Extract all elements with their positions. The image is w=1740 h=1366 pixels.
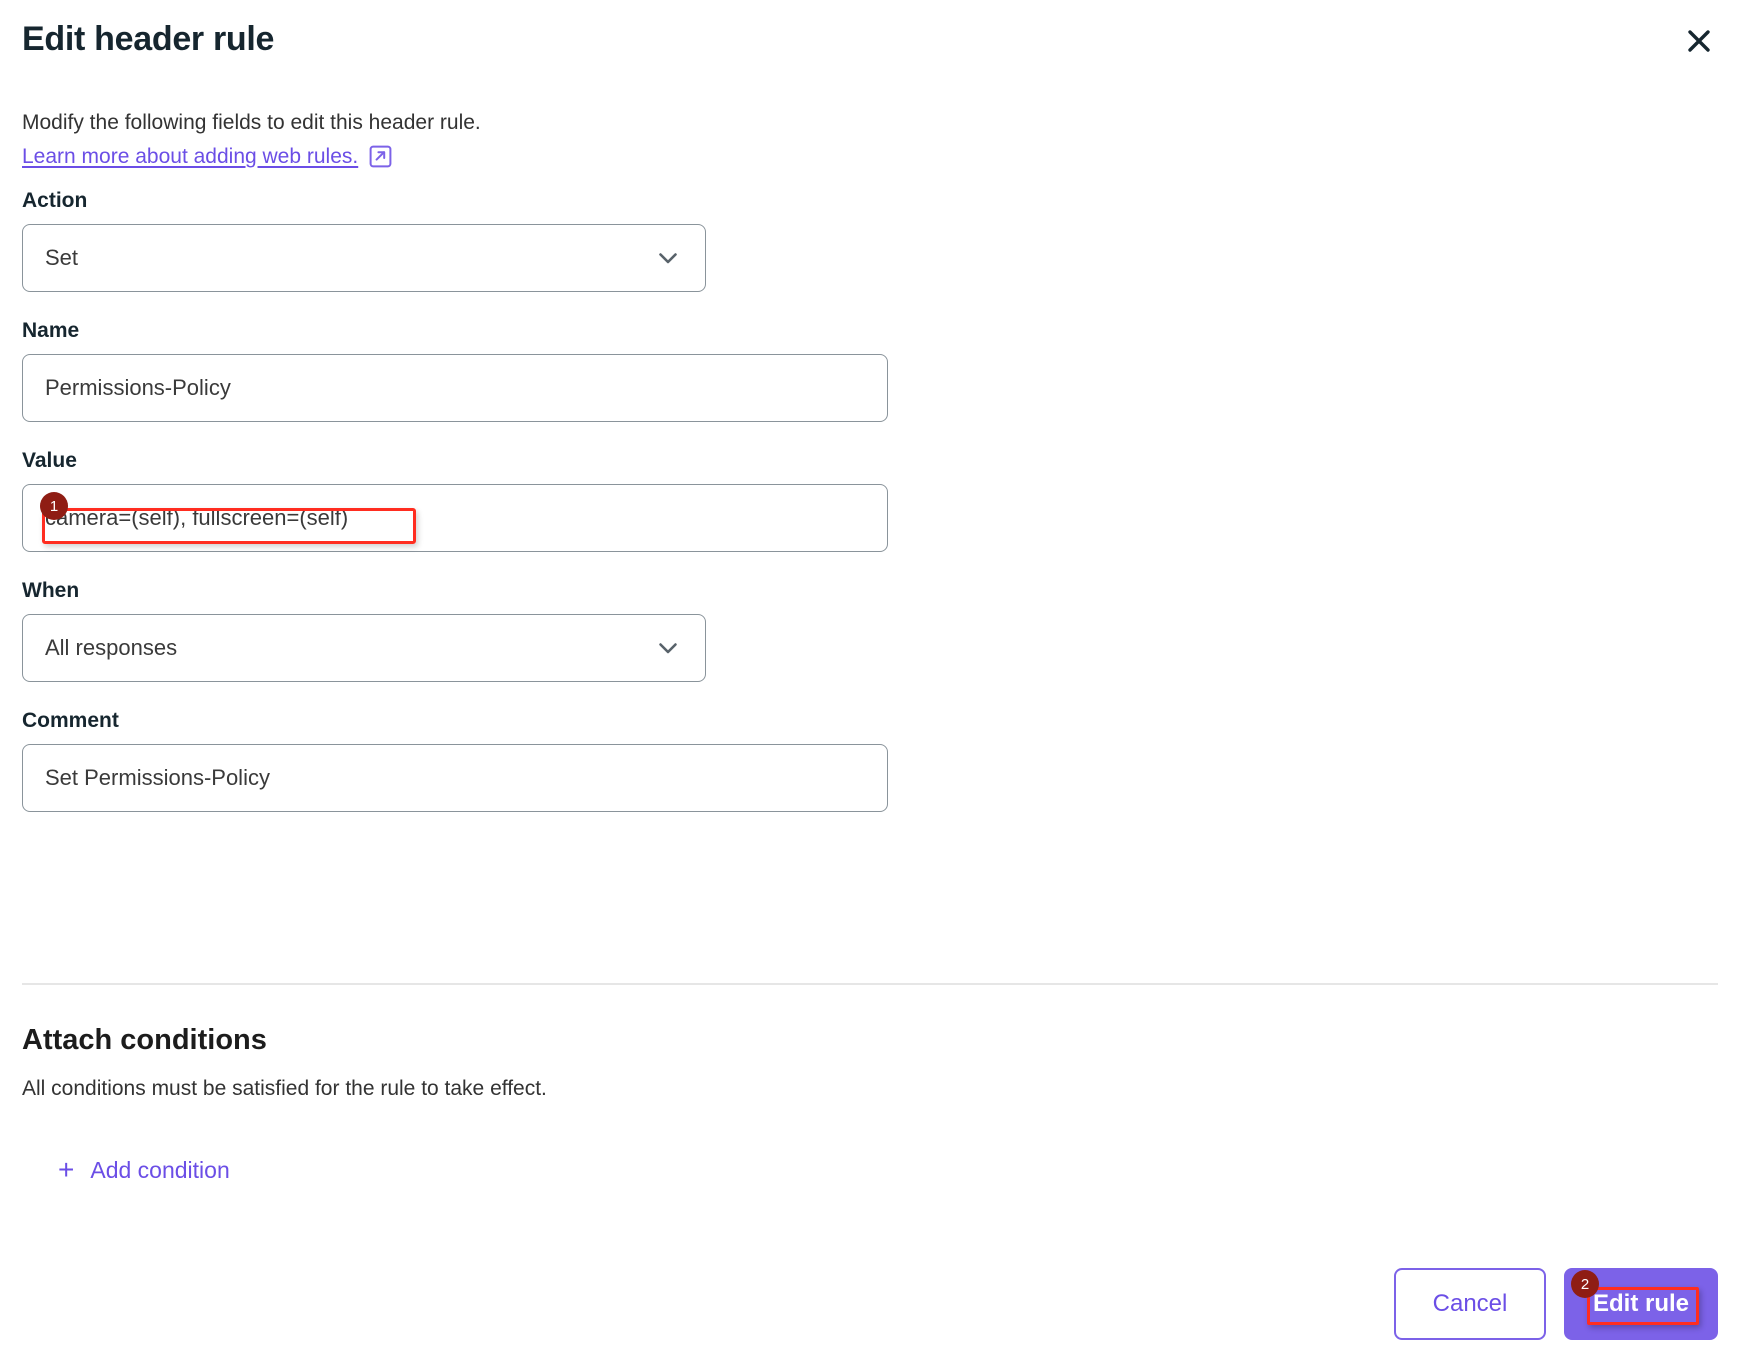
dialog-footer: Cancel Edit rule 2 — [1394, 1268, 1718, 1340]
intro-text: Modify the following fields to edit this… — [22, 111, 481, 134]
value-input-wrapper: camera=(self), fullscreen=(self) 1 — [22, 484, 888, 552]
action-value: Set — [45, 245, 79, 270]
field-action: Action Set — [22, 188, 1722, 292]
attach-conditions-section: Attach conditions All conditions must be… — [22, 1022, 1422, 1184]
close-icon[interactable] — [1678, 20, 1720, 62]
value-label: Value — [22, 449, 77, 472]
attach-conditions-title: Attach conditions — [22, 1024, 267, 1056]
edit-rule-button-label: Edit rule — [1592, 1290, 1689, 1317]
learn-more-link[interactable]: Learn more about adding web rules. — [22, 140, 358, 173]
annotation-badge-2: 2 — [1571, 1270, 1599, 1298]
when-label: When — [22, 579, 80, 602]
chevron-down-icon — [655, 245, 681, 271]
dialog-header: Edit header rule — [0, 0, 1740, 86]
when-value: All responses — [45, 635, 178, 660]
name-label: Name — [22, 319, 80, 342]
comment-input[interactable]: Set Permissions-Policy — [22, 744, 888, 812]
name-input[interactable]: Permissions-Policy — [22, 354, 888, 422]
edit-rule-button[interactable]: Edit rule 2 — [1564, 1268, 1718, 1340]
when-select[interactable]: All responses — [22, 614, 706, 682]
learn-more-row: Learn more about adding web rules. — [22, 140, 1222, 173]
attach-conditions-subtitle: All conditions must be satisfied for the… — [22, 1077, 547, 1100]
value-value: camera=(self), fullscreen=(self) — [45, 505, 349, 530]
cancel-button-label: Cancel — [1432, 1290, 1508, 1317]
chevron-down-icon — [655, 635, 681, 661]
rule-form: Action Set Name Permissions-Policy Value… — [22, 188, 1722, 838]
intro-block: Modify the following fields to edit this… — [22, 106, 1222, 173]
section-divider — [22, 983, 1718, 985]
comment-value: Set Permissions-Policy — [45, 765, 270, 790]
cancel-button[interactable]: Cancel — [1394, 1268, 1546, 1340]
plus-icon: + — [58, 1154, 75, 1185]
annotation-badge-1: 1 — [40, 492, 68, 520]
action-label: Action — [22, 189, 88, 212]
comment-label: Comment — [22, 709, 119, 732]
action-select[interactable]: Set — [22, 224, 706, 292]
add-condition-label: Add condition — [90, 1157, 230, 1183]
field-when: When All responses — [22, 578, 1722, 682]
name-value: Permissions-Policy — [45, 375, 231, 400]
page-title: Edit header rule — [22, 20, 275, 58]
external-link-icon[interactable] — [369, 145, 392, 168]
add-condition-button[interactable]: + Add condition — [58, 1156, 230, 1184]
value-input[interactable]: camera=(self), fullscreen=(self) — [22, 484, 888, 552]
field-value: Value camera=(self), fullscreen=(self) 1 — [22, 448, 1722, 552]
field-comment: Comment Set Permissions-Policy — [22, 708, 1722, 812]
field-name: Name Permissions-Policy — [22, 318, 1722, 422]
